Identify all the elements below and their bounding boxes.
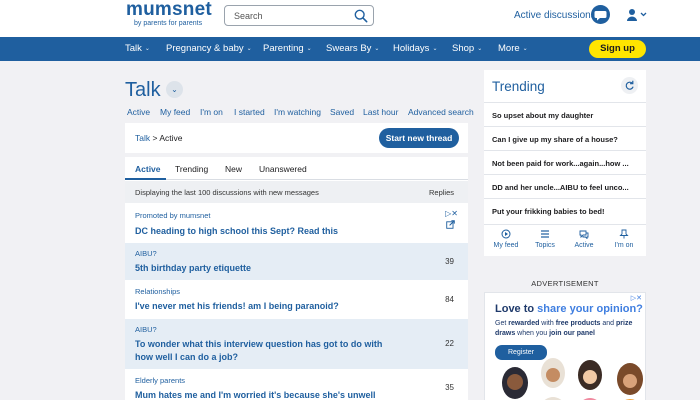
nav-talk[interactable]: Talk ⌄ (125, 43, 150, 54)
thread-title[interactable]: To wonder what this interview question h… (135, 338, 385, 364)
pin-icon (619, 229, 629, 239)
replies-column-header: Replies (428, 188, 454, 197)
chevron-down-icon: ⌄ (306, 46, 312, 52)
chat-bubble-icon[interactable] (591, 5, 610, 24)
subnav-im-on[interactable]: I'm on (200, 107, 223, 117)
chevron-down-icon: ⌄ (144, 46, 150, 52)
table-row[interactable]: Elderly parents Mum hates me and I'm wor… (125, 370, 468, 400)
advertisement-label: ADVERTISEMENT (531, 279, 599, 288)
nav-shop[interactable]: Shop ⌄ (452, 43, 482, 54)
page-title: Talk (125, 79, 161, 101)
trending-title: Trending (492, 79, 545, 94)
search-icon[interactable] (354, 9, 368, 23)
promoted-thread[interactable]: Promoted by mumsnet DC heading to high s… (125, 204, 468, 242)
tab-unanswered[interactable]: Unanswered (259, 164, 307, 174)
footer-my-feed[interactable]: My feed (486, 229, 526, 249)
top-header: mumsnet by parents for parents Active di… (0, 0, 700, 37)
feed-icon (501, 229, 511, 239)
footer-topics[interactable]: Topics (525, 229, 565, 249)
signup-button[interactable]: Sign up (589, 40, 646, 58)
refresh-icon[interactable] (621, 77, 638, 94)
thread-title[interactable]: Mum hates me and I'm worried it's becaus… (135, 389, 385, 400)
trending-item[interactable]: DD and her uncle...AIBU to feel unco... (484, 174, 646, 198)
logo-name: mumsnet (126, 0, 212, 20)
trending-panel: Trending So upset about my daughter Can … (484, 70, 646, 256)
breadcrumb-talk[interactable]: Talk (135, 133, 150, 143)
chevron-down-icon: ⌄ (246, 46, 252, 52)
mumsnet-logo[interactable]: mumsnet by parents for parents (126, 0, 212, 28)
breadcrumb-current: Active (159, 133, 183, 143)
ad-body-text: Get rewarded with free products and priz… (495, 320, 633, 337)
thread-title[interactable]: I've never met his friends! am I being p… (135, 300, 385, 313)
thread-category[interactable]: AIBU? (135, 325, 157, 334)
active-tab-indicator (125, 178, 166, 180)
thread-category[interactable]: AIBU? (135, 249, 157, 258)
thread-category: Promoted by mumsnet (135, 211, 211, 220)
table-row[interactable]: Relationships I've never met his friends… (125, 281, 468, 318)
breadcrumb-bar: Talk > Active Start new thread (125, 123, 468, 153)
external-link-icon[interactable] (446, 220, 455, 229)
list-icon (541, 230, 549, 238)
trending-footer: My feed Topics Active I'm on (484, 224, 646, 256)
thread-category[interactable]: Elderly parents (135, 376, 185, 385)
chevron-down-icon: ⌄ (477, 46, 483, 52)
subnav-im-watching[interactable]: I'm watching (274, 107, 321, 117)
start-new-thread-button[interactable]: Start new thread (379, 128, 459, 148)
ad-banner[interactable]: ▷✕ Love to share your opinion? Get rewar… (484, 292, 646, 400)
search-input[interactable] (234, 9, 344, 23)
nav-more[interactable]: More ⌄ (498, 43, 528, 54)
subnav-my-feed[interactable]: My feed (160, 107, 190, 117)
talk-dropdown-chevron-icon[interactable]: ⌄ (166, 81, 183, 98)
subnav-i-started[interactable]: I started (234, 107, 265, 117)
chevron-down-icon: ⌄ (374, 46, 380, 52)
subnav-advanced-search[interactable]: Advanced search (408, 107, 474, 117)
thread-category[interactable]: Relationships (135, 287, 180, 296)
logo-tagline: by parents for parents (134, 20, 203, 27)
adchoices-icon[interactable]: ▷✕ (631, 294, 642, 302)
active-discussions-link[interactable]: Active discussions (514, 10, 596, 21)
breadcrumb: Talk > Active (135, 133, 183, 143)
thread-list: Active Trending New Unanswered Displayin… (125, 157, 468, 400)
search-box (224, 5, 374, 26)
chevron-down-icon: ⌄ (522, 46, 528, 52)
adchoices-icon[interactable]: ▷✕ (445, 209, 458, 218)
thread-title[interactable]: DC heading to high school this Sept? Rea… (135, 225, 385, 238)
list-header: Displaying the last 100 discussions with… (125, 181, 468, 203)
reply-count: 84 (445, 295, 454, 304)
user-account-icon[interactable] (626, 8, 648, 22)
trending-item[interactable]: Can I give up my share of a house? (484, 126, 646, 150)
footer-im-on[interactable]: I'm on (604, 229, 644, 249)
thread-title[interactable]: 5th birthday party etiquette (135, 262, 385, 275)
reply-count: 39 (445, 257, 454, 266)
trending-item[interactable]: Put your frikking babies to bed! (484, 198, 646, 222)
tab-trending[interactable]: Trending (175, 164, 208, 174)
nav-parenting[interactable]: Parenting ⌄ (263, 43, 312, 54)
chevron-down-icon: ⌄ (432, 46, 438, 52)
subnav-saved[interactable]: Saved (330, 107, 354, 117)
ad-illustration-people (502, 358, 643, 400)
tab-active[interactable]: Active (135, 164, 161, 174)
reply-count: 22 (445, 339, 454, 348)
tab-new[interactable]: New (225, 164, 242, 174)
thread-tabs: Active Trending New Unanswered (125, 157, 468, 180)
subnav-last-hour[interactable]: Last hour (363, 107, 398, 117)
subnav-active[interactable]: Active (127, 107, 150, 117)
table-row[interactable]: AIBU? To wonder what this interview ques… (125, 319, 468, 369)
trending-item[interactable]: So upset about my daughter (484, 102, 646, 126)
footer-active[interactable]: Active (564, 229, 604, 249)
nav-swears-by[interactable]: Swears By ⌄ (326, 43, 379, 54)
ad-headline: Love to share your opinion? (495, 303, 643, 315)
table-row[interactable]: AIBU? 5th birthday party etiquette 39 (125, 243, 468, 280)
reply-count: 35 (445, 383, 454, 392)
main-navigation: Talk ⌄ Pregnancy & baby ⌄ Parenting ⌄ Swear… (0, 37, 700, 61)
nav-pregnancy-baby[interactable]: Pregnancy & baby ⌄ (166, 43, 252, 54)
displaying-info: Displaying the last 100 discussions with… (135, 188, 319, 197)
chat-icon (579, 230, 589, 239)
trending-item[interactable]: Not been paid for work...again...how ... (484, 150, 646, 174)
nav-holidays[interactable]: Holidays ⌄ (393, 43, 437, 54)
breadcrumb-separator: > (152, 133, 158, 143)
